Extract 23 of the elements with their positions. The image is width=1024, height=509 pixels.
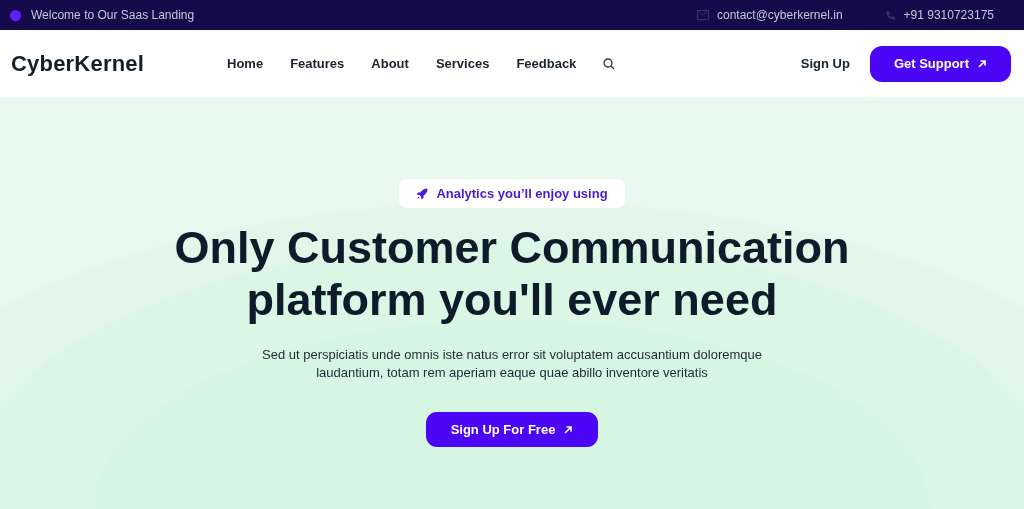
phone-icon [884,9,896,21]
search-icon[interactable] [603,57,616,70]
hero-heading: platform you'll ever need [245,274,779,326]
rocket-icon [416,187,429,200]
brand-logo[interactable]: CyberKernel [11,50,227,77]
arrow-icon [977,58,987,69]
arrow-icon [563,424,574,435]
phone-number: +91 9310723175 [903,8,994,22]
hero-description: Sed ut perspiciatis unde omnis iste natus error sit voluptatem accusantium doloremque laudantium, totam rem aperiam eaque quae abillo inventore veritatis [261,346,763,382]
nav-link[interactable]: Feedback [516,56,577,71]
nav-link[interactable]: Home [227,56,264,71]
logo-dot-icon [10,9,21,21]
nav-link[interactable]: Services [435,56,490,71]
get-support-button[interactable]: Get Support [869,45,1011,82]
sign-up-free-button[interactable]: Sign Up For Free [425,412,599,447]
nav-link[interactable]: About [371,56,409,71]
email-link[interactable]: contact@cyberkernel.in [717,8,843,22]
hero-heading: Only Customer Communication [174,222,850,274]
mail-icon [697,10,709,20]
nav-link[interactable]: Features [290,56,345,71]
welcome-text: Welcome to Our Saas Landing [31,8,195,22]
tagline-text: Analytics you’ll enjoy using [436,186,608,201]
sign-up-link[interactable]: Sign Up [800,56,850,71]
